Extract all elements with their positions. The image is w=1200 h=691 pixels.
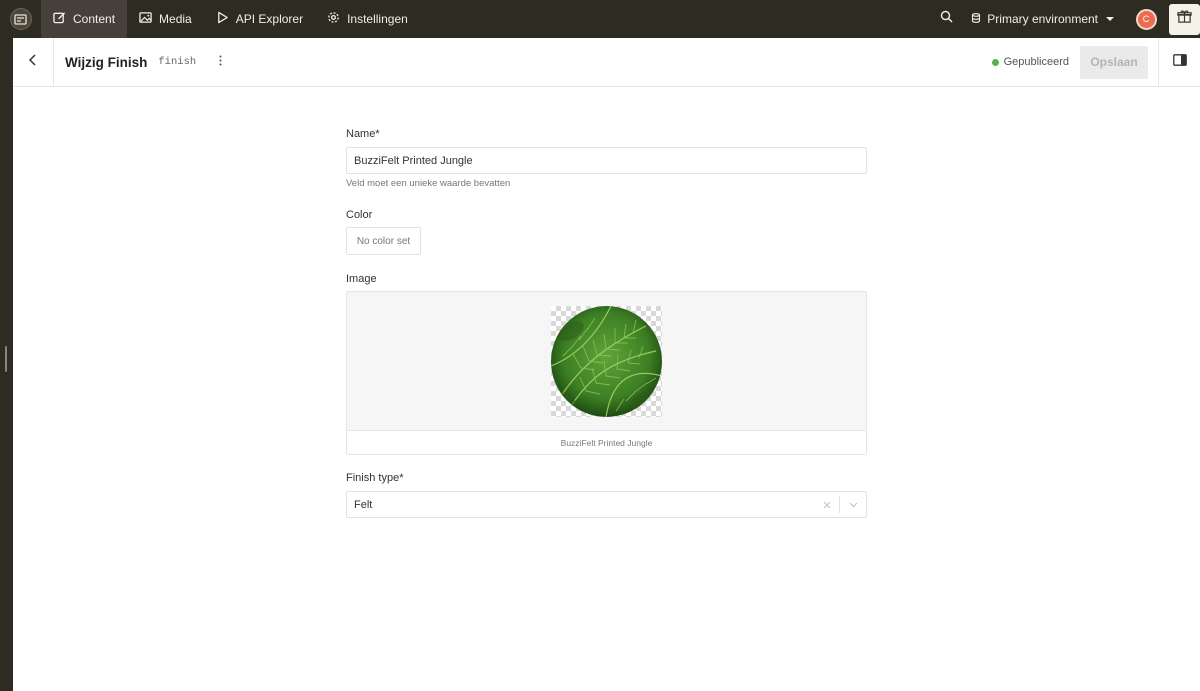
nav-settings[interactable]: Instellingen bbox=[315, 0, 420, 38]
model-api-key: finish bbox=[158, 56, 197, 68]
name-field: Name* BuzziFelt Printed Jungle Veld moet… bbox=[346, 128, 867, 189]
image-icon bbox=[139, 11, 152, 27]
color-picker-button[interactable]: No color set bbox=[346, 227, 421, 255]
image-thumbnail-area bbox=[347, 292, 866, 431]
save-button[interactable]: Opslaan bbox=[1080, 45, 1148, 79]
gear-icon bbox=[327, 11, 340, 27]
environment-selector[interactable]: Primary environment bbox=[963, 0, 1126, 38]
nav-api-explorer[interactable]: API Explorer bbox=[204, 0, 315, 38]
color-label: Color bbox=[346, 209, 373, 221]
nav-content[interactable]: Content bbox=[41, 0, 128, 38]
more-vertical-icon bbox=[219, 53, 222, 71]
avatar: C bbox=[1135, 8, 1157, 30]
app-logo[interactable] bbox=[0, 0, 41, 38]
clear-icon[interactable] bbox=[815, 501, 839, 509]
back-button[interactable] bbox=[13, 38, 54, 86]
name-input[interactable]: BuzziFelt Printed Jungle bbox=[346, 147, 867, 174]
sidebar-resize-handle[interactable] bbox=[5, 346, 7, 372]
gift-icon bbox=[1177, 9, 1192, 29]
more-options-button[interactable] bbox=[212, 52, 228, 72]
sidebar-panel-icon bbox=[1172, 53, 1187, 71]
nav-media-label: Media bbox=[159, 12, 192, 26]
record-header: Wijzig Finish finish Gepubliceerd Opslaa… bbox=[13, 38, 1200, 87]
record-form: Name* BuzziFelt Printed Jungle Veld moet… bbox=[346, 128, 867, 518]
jungle-leaf-image bbox=[551, 306, 662, 417]
image-label: Image bbox=[346, 273, 377, 285]
name-hint: Veld moet een unieke waarde bevatten bbox=[346, 178, 511, 189]
chevron-left-icon bbox=[27, 53, 39, 71]
top-bar-right: Primary environment C bbox=[931, 0, 1200, 38]
status-label: Gepubliceerd bbox=[1003, 56, 1069, 68]
finish-type-field: Finish type* Felt bbox=[346, 472, 867, 518]
search-icon bbox=[940, 10, 953, 28]
whats-new-button[interactable] bbox=[1169, 3, 1200, 35]
collapsed-sidebar bbox=[0, 38, 13, 691]
finish-type-value: Felt bbox=[354, 498, 373, 511]
chevron-down-icon[interactable] bbox=[840, 502, 866, 508]
status-dot-icon bbox=[991, 58, 999, 66]
status-badge: Gepubliceerd bbox=[991, 56, 1069, 68]
finish-type-label: Finish type* bbox=[346, 472, 404, 484]
header-actions: Gepubliceerd Opslaan bbox=[991, 38, 1200, 86]
edit-icon bbox=[53, 11, 66, 27]
environment-label: Primary environment bbox=[987, 12, 1098, 26]
image-preview-card[interactable]: BuzziFelt Printed Jungle bbox=[346, 291, 867, 455]
nav-settings-label: Instellingen bbox=[347, 12, 408, 26]
top-navigation-bar: Content Media API Explorer Instellingen … bbox=[0, 0, 1200, 38]
user-menu[interactable]: C bbox=[1126, 8, 1166, 30]
play-icon bbox=[216, 11, 229, 27]
color-field: Color No color set bbox=[346, 209, 867, 255]
nav-media[interactable]: Media bbox=[127, 0, 204, 38]
name-label: Name* bbox=[346, 128, 380, 140]
image-caption: BuzziFelt Printed Jungle bbox=[347, 430, 866, 454]
nav-api-explorer-label: API Explorer bbox=[235, 12, 304, 26]
caret-down-icon bbox=[1106, 17, 1114, 21]
logo-icon bbox=[9, 8, 32, 30]
toggle-sidebar-button[interactable] bbox=[1158, 38, 1200, 86]
finish-type-select[interactable]: Felt bbox=[346, 491, 867, 518]
page-title: Wijzig Finish bbox=[65, 54, 148, 70]
image-field: Image BuzziFelt Printed Jungle bbox=[346, 273, 867, 455]
search-button[interactable] bbox=[931, 0, 961, 38]
nav-content-label: Content bbox=[73, 12, 116, 26]
transparency-background bbox=[551, 306, 662, 417]
database-icon bbox=[971, 12, 981, 26]
